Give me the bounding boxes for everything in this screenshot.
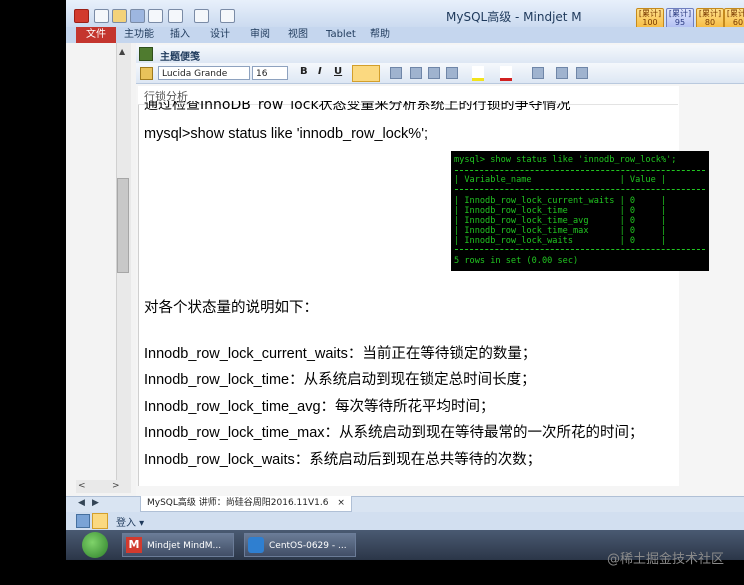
numbered-list-icon[interactable] — [390, 67, 402, 79]
status-bar — [66, 512, 744, 530]
variable-desc: ：从系统启动到现在等待最常的一次所花的时间； — [324, 425, 644, 441]
menu-view[interactable]: 视图 — [288, 27, 308, 43]
explain-item: Innodb_row_lock_time_avg：每次等待所花平均时间； — [144, 395, 495, 416]
variable-name: Innodb_row_lock_waits — [144, 452, 295, 468]
badge-label: [累计] — [638, 9, 662, 18]
align-left-button[interactable] — [352, 65, 380, 82]
mindjet-icon: M — [126, 537, 142, 553]
close-tab-icon[interactable]: × — [337, 498, 345, 508]
scroll-left-icon[interactable]: < — [78, 481, 86, 491]
tab-mysql-advanced[interactable]: MySQL高级 讲师：尚硅谷周阳2016.11V1.6 × — [140, 496, 352, 512]
terminal-rule — [455, 170, 705, 171]
variable-name: Innodb_row_lock_time — [144, 372, 290, 388]
print-icon[interactable] — [148, 9, 163, 23]
vm-icon — [248, 537, 264, 553]
image-icon[interactable] — [576, 67, 588, 79]
indent-icon[interactable] — [446, 67, 458, 79]
table-icon[interactable] — [532, 67, 544, 79]
scrollbar-thumb[interactable] — [117, 178, 129, 273]
explain-item: Innodb_row_lock_current_waits：当前正在等待锁定的数… — [144, 342, 536, 363]
tab-nav-right-icon[interactable]: ▶ — [92, 498, 99, 508]
pen-icon[interactable] — [76, 514, 90, 528]
scroll-up-icon[interactable]: ▲ — [119, 47, 125, 56]
menu-tablet[interactable]: Tablet — [326, 27, 356, 43]
terminal-prompt: mysql> show status like 'innodb_row_lock… — [454, 155, 677, 165]
variable-name: Innodb_row_lock_time_avg — [144, 399, 321, 415]
menu-review[interactable]: 审阅 — [250, 27, 270, 43]
badge-label: [累计] — [726, 9, 744, 18]
font-family-select[interactable]: Lucida Grande — [158, 66, 250, 80]
underline-button[interactable]: U — [334, 66, 342, 77]
badge-value: 60 — [732, 18, 744, 27]
badge-value: 100 — [642, 18, 658, 27]
outdent-icon[interactable] — [428, 67, 440, 79]
terminal-row: | Innodb_row_lock_time_max | 0 | — [454, 226, 667, 236]
notes-toolbar — [136, 45, 744, 64]
bold-button[interactable]: B — [300, 66, 308, 77]
login-button[interactable]: 登入 ▾ — [116, 514, 144, 529]
new-document-icon[interactable] — [94, 9, 109, 23]
start-button[interactable] — [82, 532, 108, 558]
notes-icon[interactable] — [139, 47, 153, 61]
window-title: MySQL高级 - Mindjet M — [446, 10, 582, 24]
italic-button[interactable]: I — [318, 66, 322, 77]
mysql-command: mysql>show status like 'innodb_row_lock%… — [144, 126, 428, 142]
explain-item: Innodb_row_lock_time_max：从系统启动到现在等待最常的一次… — [144, 421, 644, 442]
badge-value: 80 — [704, 18, 716, 27]
variable-desc: ：系统启动后到现在总共等待的次数； — [294, 452, 542, 468]
taskbar-label: CentOS-0629 - ... — [269, 541, 347, 551]
watermark: @稀土掘金技术社区 — [606, 552, 724, 567]
badge-value: 95 — [674, 18, 686, 27]
explain-item: Innodb_row_lock_waits：系统启动后到现在总共等待的次数； — [144, 448, 541, 469]
badge-label: [累计] — [668, 9, 692, 18]
menu-bar — [66, 27, 744, 43]
explain-title: 对各个状态量的说明如下： — [144, 300, 318, 316]
menu-insert[interactable]: 插入 — [170, 27, 190, 43]
menu-home[interactable]: 主功能 — [124, 27, 154, 43]
variable-name: Innodb_row_lock_current_waits — [144, 346, 348, 362]
terminal-rule — [455, 249, 705, 250]
terminal-row: | Innodb_row_lock_waits | 0 | — [454, 236, 667, 246]
menu-help[interactable]: 帮助 — [370, 27, 390, 43]
variable-desc: ：从系统启动到现在锁定总时间长度； — [289, 372, 536, 388]
terminal-header: | Variable_name | Value | — [454, 175, 667, 185]
badge-label: [累计] — [698, 9, 722, 18]
hyperlink-icon[interactable] — [556, 67, 568, 79]
highlight-color-icon[interactable] — [472, 66, 484, 81]
redo-icon[interactable] — [194, 9, 209, 23]
variable-name: Innodb_row_lock_time_max — [144, 425, 325, 441]
tab-label: MySQL高级 讲师：尚硅谷周阳2016.11V1.6 — [147, 498, 329, 508]
variable-desc: ：每次等待所花平均时间； — [320, 399, 495, 415]
undo-icon[interactable] — [168, 9, 183, 23]
terminal-footer: 5 rows in set (0.00 sec) — [454, 256, 579, 266]
map-icon[interactable] — [92, 513, 108, 529]
open-folder-icon[interactable] — [112, 9, 127, 23]
terminal-row: | Innodb_row_lock_time | 0 | — [454, 206, 667, 216]
font-size-select[interactable]: 16 — [252, 66, 288, 80]
terminal-row: | Innodb_row_lock_time_avg | 0 | — [454, 216, 667, 226]
terminal-row: | Innodb_row_lock_current_waits | 0 | — [454, 196, 667, 206]
tab-nav-left-icon[interactable]: ◀ — [78, 498, 85, 508]
menu-design[interactable]: 设计 — [210, 27, 230, 43]
topic-notes-label: 主题便笺 — [160, 52, 200, 63]
app-logo-icon[interactable] — [74, 9, 89, 23]
explain-item: Innodb_row_lock_time：从系统启动到现在锁定总时间长度； — [144, 368, 536, 389]
partially-hidden-line: 通过检查InnoDB_row_lock状态变量来分析系统上的行锁的争夺情况 — [144, 101, 571, 110]
font-color-icon[interactable] — [500, 66, 512, 81]
bullet-list-icon[interactable] — [410, 67, 422, 79]
format-painter-icon[interactable] — [140, 67, 153, 80]
taskbar-label: Mindjet MindM... — [147, 541, 222, 551]
save-icon[interactable] — [130, 9, 145, 23]
terminal-rule — [455, 189, 705, 190]
menu-file[interactable]: 文件 — [76, 27, 116, 43]
help-icon[interactable] — [220, 9, 235, 23]
variable-desc: ：当前正在等待锁定的数量； — [347, 346, 537, 362]
scroll-right-icon[interactable]: > — [112, 481, 120, 491]
